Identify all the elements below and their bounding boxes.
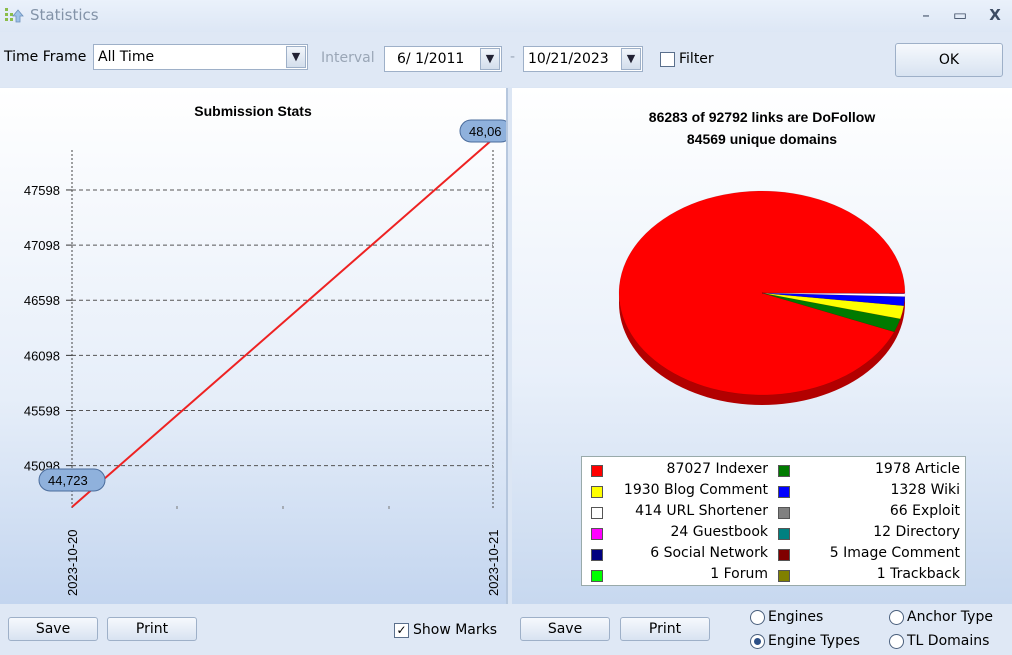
- legend-swatch: [591, 528, 603, 540]
- timeframe-select[interactable]: All Time ▼: [93, 44, 308, 70]
- pie-title-line: 84569 unique domains: [687, 131, 837, 147]
- legend-swatch: [591, 486, 603, 498]
- timeframe-label: Time Frame: [4, 49, 87, 65]
- save-chart-button[interactable]: Save: [8, 617, 98, 641]
- chevron-down-icon[interactable]: ▼: [286, 46, 306, 68]
- radio-engines[interactable]: [750, 610, 765, 625]
- point-label: 44,723: [48, 473, 88, 488]
- date-to-picker[interactable]: 10/21/2023 ▼: [523, 46, 643, 72]
- toolbar: Time Frame All Time ▼ Interval 6/ 1/2011…: [0, 32, 1012, 87]
- x-tick-label: 2023-10-21: [486, 530, 501, 597]
- y-tick-label: 46598: [24, 293, 60, 308]
- y-tick-label: 45598: [24, 403, 60, 418]
- radio-tl-domains-label: TL Domains: [907, 633, 990, 649]
- legend-label: 414 URL Shortener: [635, 503, 768, 519]
- chevron-down-icon[interactable]: ▼: [621, 48, 641, 70]
- app-icon: [5, 8, 24, 23]
- legend-swatch: [591, 465, 603, 477]
- filter-label: Filter: [679, 51, 714, 67]
- title-bar: Statistics – ▭ X: [0, 0, 1012, 32]
- radio-anchor-type[interactable]: [889, 610, 904, 625]
- minimize-button[interactable]: –: [913, 4, 939, 26]
- legend-grid: 87027 Indexer 1978 Article 1930 Blog Comme…: [582, 457, 965, 585]
- legend-swatch: [591, 507, 603, 519]
- print-chart-button[interactable]: Print: [107, 617, 197, 641]
- legend-label: 6 Social Network: [650, 545, 768, 561]
- legend-label: 1 Forum: [710, 566, 768, 582]
- legend-swatch: [591, 570, 603, 582]
- legend-label: 12 Directory: [873, 524, 960, 540]
- interval-label: Interval: [321, 50, 375, 66]
- legend-swatch: [778, 528, 790, 540]
- legend-label: 1 Trackback: [876, 566, 960, 582]
- legend-swatch: [778, 570, 790, 582]
- date-separator: -: [510, 49, 516, 65]
- ok-button[interactable]: OK: [895, 43, 1003, 77]
- y-tick-label: 47598: [24, 183, 60, 198]
- legend-label: 66 Exploit: [889, 503, 960, 519]
- legend-label: 24 Guestbook: [670, 524, 768, 540]
- save-pie-button[interactable]: Save: [520, 617, 610, 641]
- bottom-bar: Save Print ✓ Show Marks Save Print Engin…: [0, 604, 1012, 655]
- show-marks-checkbox[interactable]: ✓: [394, 623, 409, 638]
- show-marks-label: Show Marks: [413, 622, 498, 638]
- filter-checkbox[interactable]: [660, 52, 675, 67]
- radio-engine-types-label: Engine Types: [768, 633, 860, 649]
- legend-swatch: [778, 486, 790, 498]
- legend-swatch: [778, 465, 790, 477]
- maximize-button[interactable]: ▭: [947, 4, 973, 26]
- series-line: [71, 138, 494, 508]
- window-title: Statistics: [30, 6, 99, 24]
- point-label: 48,06: [469, 124, 502, 139]
- x-tick-label: 2023-10-20: [65, 530, 80, 597]
- date-from-picker[interactable]: 6/ 1/2011 ▼: [384, 46, 502, 72]
- legend-label: 87027 Indexer: [666, 461, 768, 477]
- print-pie-button[interactable]: Print: [620, 617, 710, 641]
- legend-label: 1328 Wiki: [890, 482, 960, 498]
- pie-legend: 87027 Indexer 1978 Article 1930 Blog Comme…: [581, 456, 966, 586]
- y-tick-label: 46098: [24, 348, 60, 363]
- close-button[interactable]: X: [982, 4, 1008, 26]
- pie-title-line: 86283 of 92792 links are DoFollow: [649, 109, 876, 125]
- radio-anchor-type-label: Anchor Type: [907, 609, 993, 625]
- legend-label: 1930 Blog Comment: [623, 482, 768, 498]
- date-to-value: 10/21/2023: [528, 51, 609, 67]
- legend-swatch: [591, 549, 603, 561]
- legend-swatch: [778, 507, 790, 519]
- legend-label: 1978 Article: [875, 461, 960, 477]
- y-tick-label: 47098: [24, 238, 60, 253]
- radio-engine-types[interactable]: [750, 634, 765, 649]
- radio-tl-domains[interactable]: [889, 634, 904, 649]
- line-chart: Submission Stats450984559846098465984709…: [24, 103, 506, 597]
- legend-swatch: [778, 549, 790, 561]
- chart-title: Submission Stats: [194, 103, 312, 119]
- legend-label: 5 Image Comment: [829, 545, 960, 561]
- timeframe-value: All Time: [98, 49, 155, 65]
- chevron-down-icon[interactable]: ▼: [480, 48, 500, 70]
- submission-stats-panel: Submission Stats 45098 45598 46098 46598 4709…: [0, 88, 508, 604]
- radio-engines-label: Engines: [768, 609, 824, 625]
- engine-types-panel: 86283 of 92792 links are DoFollow 84569 u…: [512, 88, 1012, 604]
- date-from-value: 6/ 1/2011: [397, 51, 465, 67]
